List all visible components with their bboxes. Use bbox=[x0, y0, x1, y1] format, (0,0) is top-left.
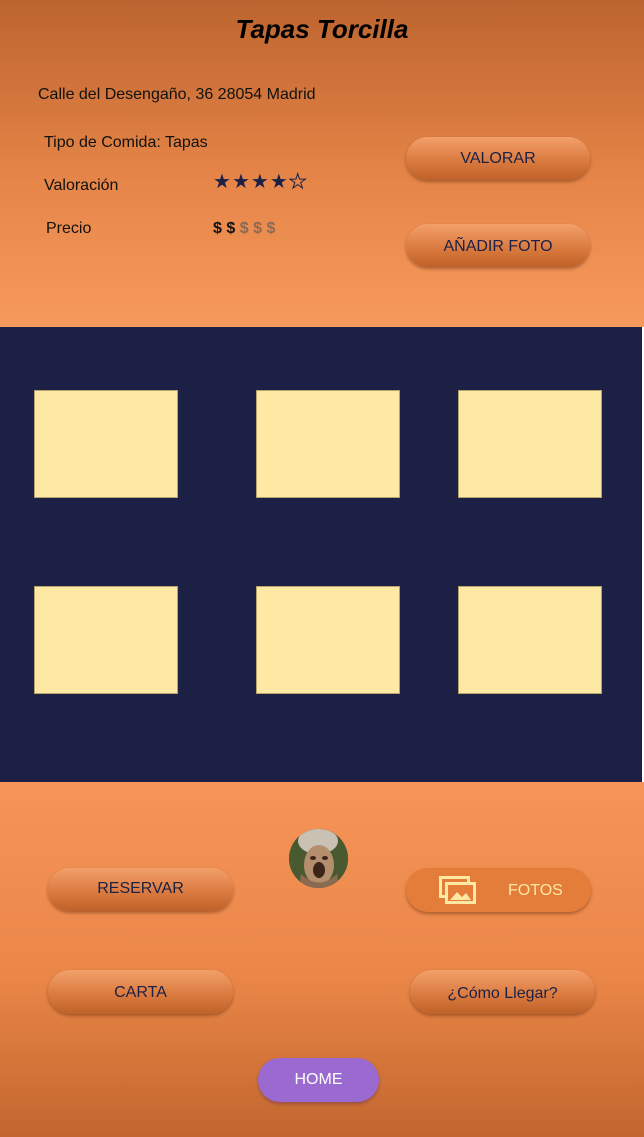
photos-button[interactable]: FOTOS bbox=[406, 868, 591, 912]
price-indicator: $ $ $ $ $ bbox=[213, 220, 275, 238]
star-icon: ★ bbox=[213, 171, 232, 193]
restaurant-page: Tapas Torcilla Calle del Desengaño, 36 2… bbox=[0, 0, 644, 1137]
photo-thumbnail[interactable] bbox=[256, 586, 400, 694]
dollar-icon: $ bbox=[239, 220, 249, 237]
rating-stars: ★★★★★ bbox=[213, 169, 308, 194]
star-outline-icon: ★ bbox=[288, 171, 308, 194]
price-label: Precio bbox=[46, 220, 92, 237]
home-button[interactable]: HOME bbox=[258, 1058, 379, 1102]
dollar-icon: $ bbox=[213, 220, 222, 237]
photos-button-label: FOTOS bbox=[508, 882, 563, 899]
avatar[interactable] bbox=[289, 829, 348, 888]
add-photo-button[interactable]: AÑADIR FOTO bbox=[406, 224, 590, 267]
photo-thumbnail[interactable] bbox=[458, 390, 602, 498]
star-icon: ★ bbox=[269, 171, 289, 193]
images-icon bbox=[439, 876, 477, 910]
restaurant-title: Tapas Torcilla bbox=[235, 14, 409, 44]
star-icon: ★ bbox=[250, 171, 270, 193]
rate-button[interactable]: VALORAR bbox=[406, 137, 590, 180]
directions-button[interactable]: ¿Cómo Llegar? bbox=[410, 970, 595, 1014]
photo-thumbnail[interactable] bbox=[256, 390, 400, 498]
reserve-button[interactable]: RESERVAR bbox=[48, 868, 233, 911]
dollar-icon: $ bbox=[266, 220, 276, 237]
menu-card-button[interactable]: CARTA bbox=[48, 970, 233, 1014]
photo-thumbnail[interactable] bbox=[458, 586, 602, 694]
photo-thumbnail[interactable] bbox=[34, 586, 178, 694]
food-type: Tipo de Comida: Tapas bbox=[44, 134, 208, 151]
star-icon: ★ bbox=[231, 171, 251, 193]
restaurant-address: Calle del Desengaño, 36 28054 Madrid bbox=[38, 86, 316, 103]
photo-thumbnail[interactable] bbox=[34, 390, 178, 498]
dollar-icon: $ bbox=[253, 220, 262, 237]
dollar-icon: $ bbox=[226, 220, 236, 237]
photo-gallery bbox=[0, 327, 642, 782]
restaurant-header: Tapas Torcilla Calle del Desengaño, 36 2… bbox=[0, 0, 644, 327]
rating-label: Valoración bbox=[44, 177, 119, 194]
